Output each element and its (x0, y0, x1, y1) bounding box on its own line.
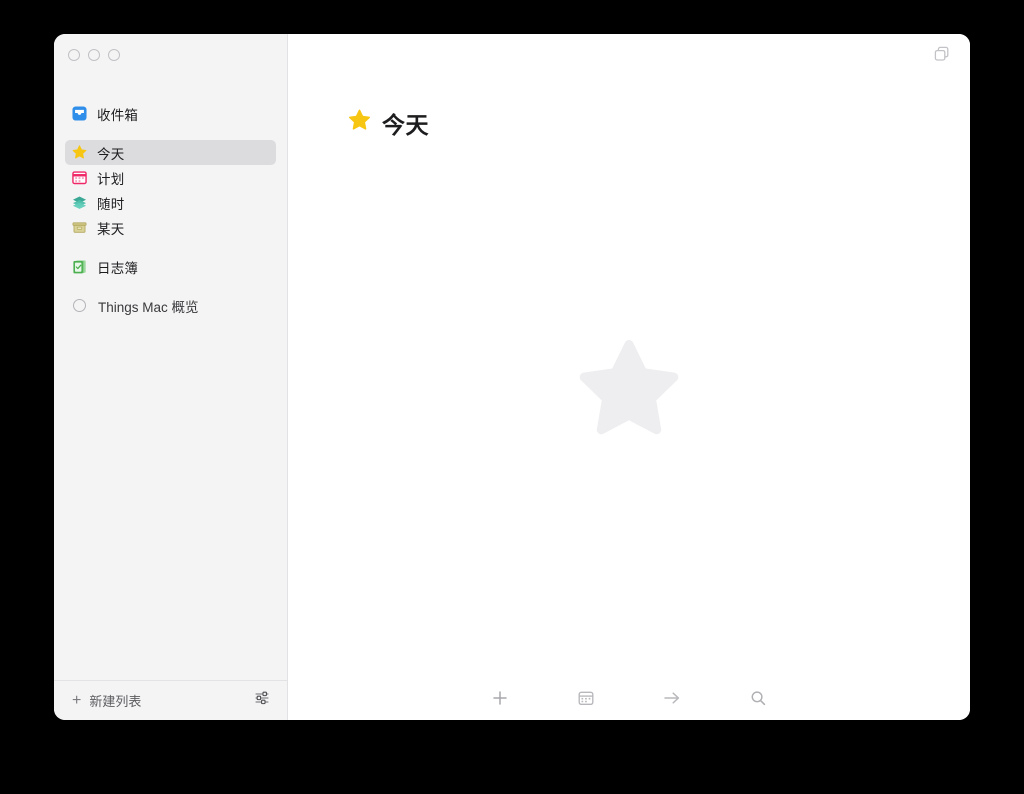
sidebar-item-logbook[interactable]: 日志簿 (65, 254, 276, 279)
main-body: 今天 (288, 78, 970, 676)
window-toolbar (288, 34, 970, 78)
star-icon (71, 144, 88, 161)
sidebar-item-label: 随时 (97, 196, 125, 212)
calendar-icon (578, 691, 594, 705)
sidebar-settings-button[interactable] (253, 689, 271, 712)
layers-icon (71, 194, 88, 211)
project-circle-icon (73, 299, 86, 312)
sidebar-item-today[interactable]: 今天 (65, 140, 276, 165)
calendar-icon (71, 169, 88, 186)
sidebar-item-label: 计划 (97, 171, 125, 187)
page-title: 今天 (382, 112, 429, 138)
sidebar-item-label: 某天 (97, 221, 125, 237)
main-content-pane: 今天 (288, 34, 970, 720)
list-header: 今天 (348, 106, 970, 140)
sidebar-item-inbox[interactable]: 收件箱 (65, 101, 276, 126)
new-list-label: 新建列表 (89, 694, 142, 709)
move-button[interactable] (629, 681, 715, 715)
box-icon (71, 219, 88, 236)
when-button[interactable] (543, 681, 629, 715)
sidebar-item-label: Things Mac 概览 (98, 299, 199, 315)
sidebar-item-upcoming[interactable]: 计划 (65, 165, 276, 190)
sidebar-item-project[interactable]: Things Mac 概览 (65, 293, 276, 318)
plus-icon: + (72, 691, 82, 709)
sidebar-item-someday[interactable]: 某天 (65, 215, 276, 240)
sidebar-nav: 收件箱 今天 计划 随时 某天 日志簿 Things Mac 概览 (54, 76, 287, 680)
new-todo-button[interactable] (457, 681, 543, 715)
empty-state-watermark (288, 340, 970, 440)
search-button[interactable] (715, 681, 801, 715)
sliders-icon (255, 691, 269, 705)
arrow-right-icon (664, 692, 680, 704)
things-app-window: 收件箱 今天 计划 随时 某天 日志簿 Things Mac 概览 + 新建列表… (54, 34, 970, 720)
window-traffic-lights (54, 34, 287, 76)
multiple-windows-button[interactable] (932, 44, 952, 69)
close-window-button[interactable] (68, 49, 80, 61)
sidebar-item-label: 日志簿 (97, 260, 139, 276)
minimize-window-button[interactable] (88, 49, 100, 61)
sidebar-item-label: 收件箱 (97, 107, 139, 123)
search-icon (751, 691, 766, 706)
sidebar: 收件箱 今天 计划 随时 某天 日志簿 Things Mac 概览 + 新建列表 (54, 34, 288, 720)
star-watermark-icon (579, 340, 679, 435)
plus-icon (493, 691, 507, 705)
star-icon (348, 109, 371, 137)
zoom-window-button[interactable] (108, 49, 120, 61)
main-footer-toolbar (288, 676, 970, 720)
sidebar-item-label: 今天 (97, 146, 125, 162)
inbox-tray-icon (71, 105, 88, 122)
new-list-button[interactable]: + 新建列表 (72, 691, 141, 710)
logbook-book-icon (71, 258, 88, 275)
sidebar-footer: + 新建列表 (54, 680, 287, 720)
multiple-windows-icon (934, 46, 949, 61)
sidebar-item-anytime[interactable]: 随时 (65, 190, 276, 215)
